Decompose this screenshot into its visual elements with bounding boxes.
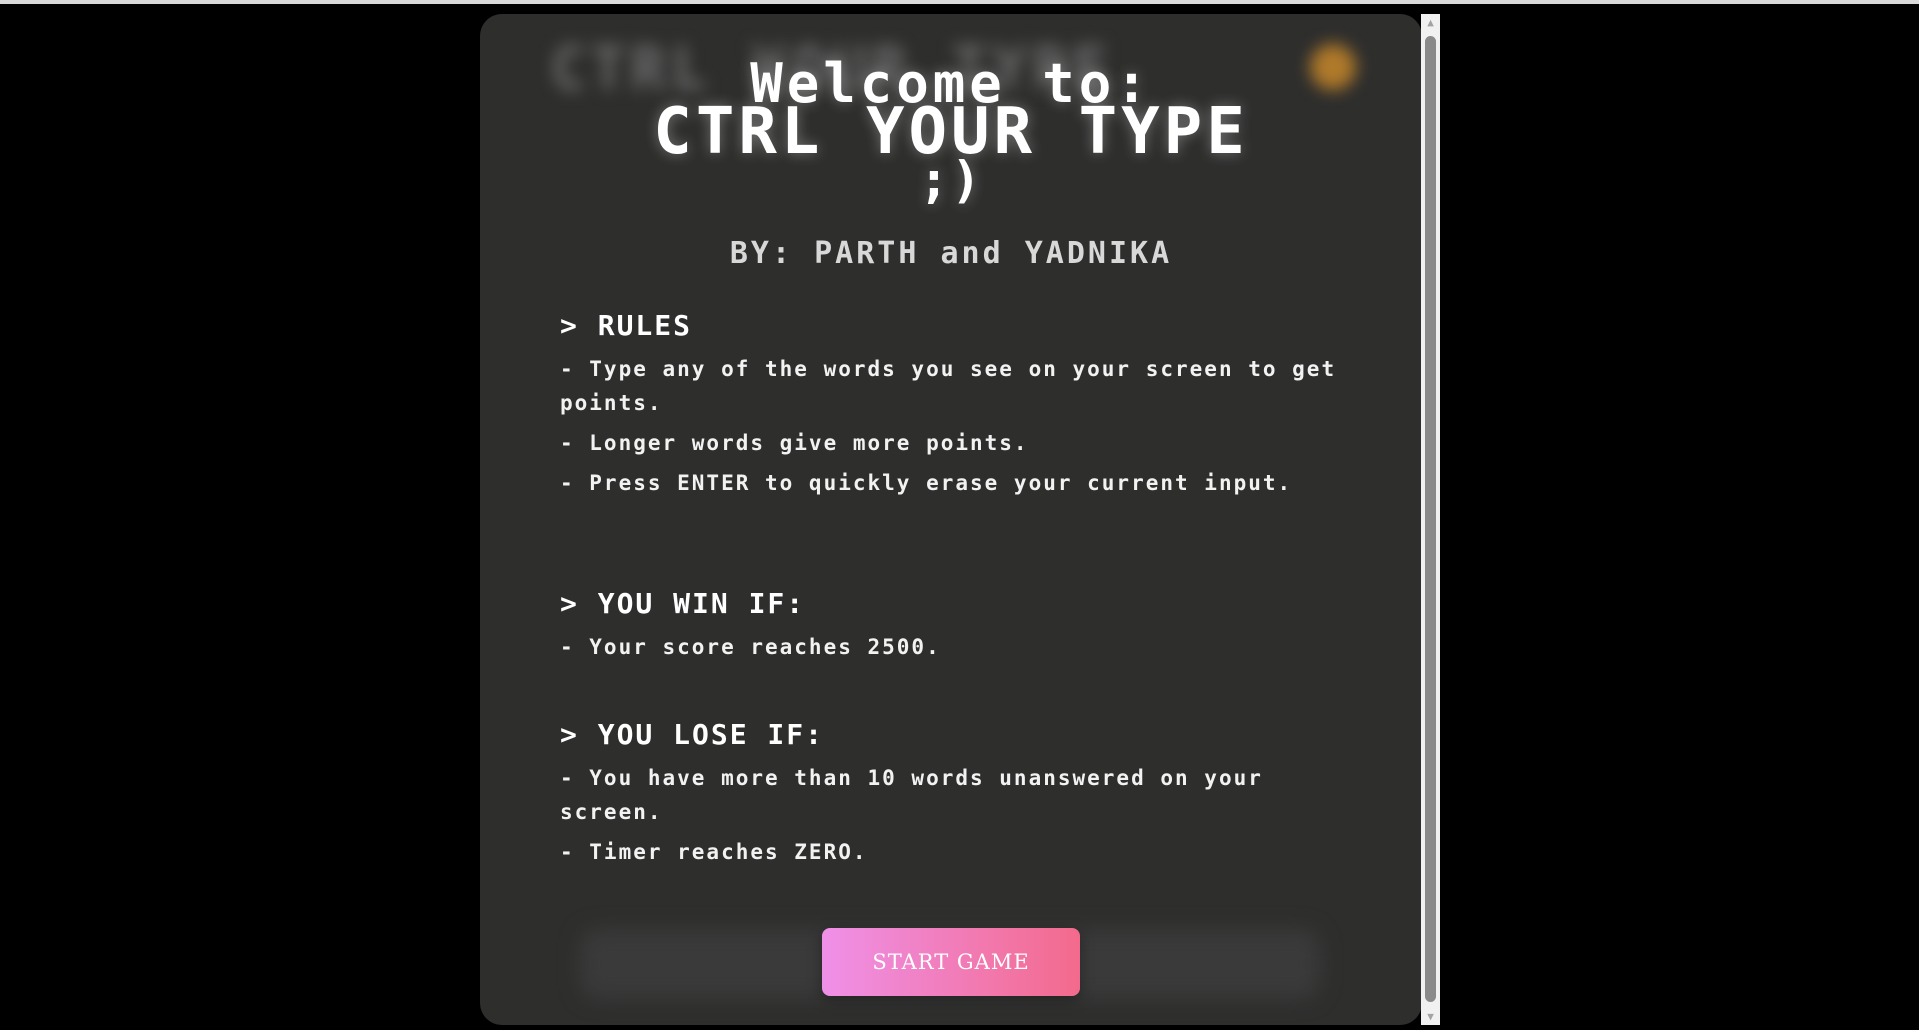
window-top-border — [0, 0, 1919, 4]
welcome-title: Welcome to: CTRL YOUR TYPE ;) — [480, 57, 1422, 209]
modal-scrollbar[interactable]: ▲ ▼ — [1421, 14, 1440, 1025]
win-heading: > YOU WIN IF: — [560, 587, 806, 620]
rule-item: - Type any of the words you see on your … — [560, 357, 1337, 415]
lose-heading: > YOU LOSE IF: — [560, 718, 825, 751]
lose-condition-item: - Timer reaches ZERO. — [560, 840, 868, 864]
start-game-button[interactable]: START GAME — [822, 928, 1080, 996]
lose-section: > YOU LOSE IF: - You have more than 10 w… — [560, 718, 1340, 875]
rule-item: - Longer words give more points. — [560, 431, 1029, 455]
authors-byline: BY: PARTH and YADNIKA — [729, 236, 1173, 271]
rules-heading: > RULES — [560, 309, 693, 342]
win-condition-item: - Your score reaches 2500. — [560, 635, 941, 659]
scroll-down-arrow-icon[interactable]: ▼ — [1421, 1008, 1440, 1025]
game-title: CTRL YOUR TYPE — [653, 95, 1249, 169]
rule-item: - Press ENTER to quickly erase your curr… — [560, 471, 1293, 495]
scroll-up-arrow-icon[interactable]: ▲ — [1421, 14, 1440, 31]
win-section: > YOU WIN IF: - Your score reaches 2500. — [560, 587, 1340, 670]
lose-condition-item: - You have more than 10 words unanswered… — [560, 766, 1263, 824]
rules-section: > RULES - Type any of the words you see … — [560, 309, 1340, 506]
welcome-modal: CTRL YOUR TYPE Welcome to: CTRL YOUR TYP… — [480, 14, 1422, 1025]
scrollbar-thumb[interactable] — [1425, 36, 1436, 1002]
wink-emoticon: ;) — [918, 151, 984, 209]
